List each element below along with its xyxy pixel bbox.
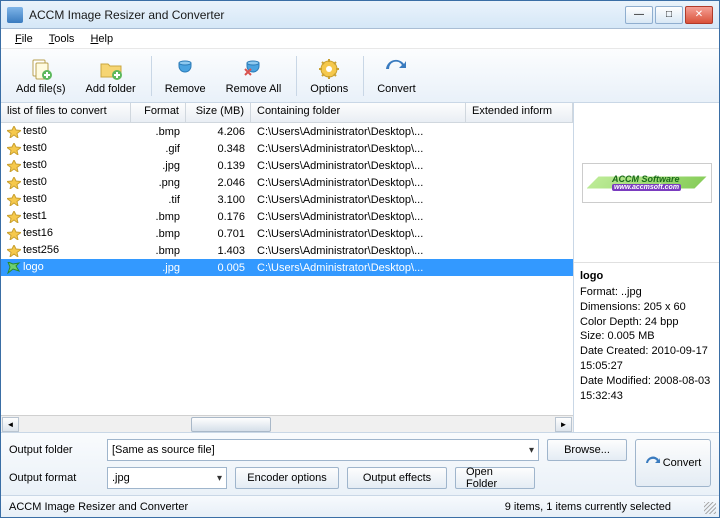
menu-tools[interactable]: Tools (41, 31, 83, 47)
convert-icon (645, 455, 661, 471)
scroll-thumb[interactable] (191, 417, 271, 432)
table-body: test0.bmp4.206C:\Users\Administrator\Des… (1, 123, 573, 415)
col-folder[interactable]: Containing folder (251, 103, 466, 122)
maximize-button[interactable]: □ (655, 6, 683, 24)
table-row[interactable]: test16.bmp0.701C:\Users\Administrator\De… (1, 225, 573, 242)
menubar: FileToolsHelp (1, 29, 719, 49)
preview-image: ACCM Software www.accmsoft.com (582, 163, 712, 203)
statusbar: ACCM Image Resizer and Converter 9 items… (1, 495, 719, 517)
info-line: Date Modified: 2008-08-03 15:32:43 (580, 374, 713, 404)
preview-pane: ACCM Software www.accmsoft.com logo Form… (573, 103, 719, 432)
output-folder-combo[interactable]: [Same as source file] (107, 439, 539, 461)
output-format-combo[interactable]: .jpg (107, 467, 227, 489)
horizontal-scrollbar[interactable]: ◄ ► (1, 415, 573, 432)
open-folder-button[interactable]: Open Folder (455, 467, 535, 489)
output-folder-label: Output folder (9, 444, 99, 456)
file-icon (7, 126, 21, 138)
toolbar-separator (296, 56, 297, 96)
info-line: Format: ..jpg (580, 285, 713, 300)
table-row[interactable]: test0.png2.046C:\Users\Administrator\Des… (1, 174, 573, 191)
menu-file[interactable]: File (7, 31, 41, 47)
options-button[interactable]: Options (301, 54, 357, 98)
convert-button[interactable]: Convert (368, 54, 425, 98)
add-files-icon (29, 57, 53, 81)
output-effects-button[interactable]: Output effects (347, 467, 447, 489)
file-icon (7, 177, 21, 189)
file-icon (7, 194, 21, 206)
add-folder-icon (99, 57, 123, 81)
info-panel: logo Format: ..jpgDimensions: 205 x 60Co… (574, 263, 719, 432)
info-line: Date Created: 2010-09-17 15:05:27 (580, 344, 713, 374)
table-row[interactable]: test0.tif3.100C:\Users\Administrator\Des… (1, 191, 573, 208)
table-row[interactable]: test256.bmp1.403C:\Users\Administrator\D… (1, 242, 573, 259)
titlebar: ACCM Image Resizer and Converter — □ ✕ (1, 1, 719, 29)
file-table: list of files to convert Format Size (MB… (1, 103, 573, 432)
file-icon (7, 262, 21, 274)
remove-icon (173, 57, 197, 81)
toolbar-separator (363, 56, 364, 96)
file-icon (7, 160, 21, 172)
output-format-label: Output format (9, 472, 99, 484)
scroll-left-icon[interactable]: ◄ (2, 417, 19, 432)
info-file-name: logo (580, 269, 713, 284)
file-icon (7, 143, 21, 155)
close-button[interactable]: ✕ (685, 6, 713, 24)
convert-icon (384, 57, 408, 81)
browse-button[interactable]: Browse... (547, 439, 627, 461)
resize-grip[interactable] (704, 502, 716, 514)
table-row[interactable]: logo.jpg0.005C:\Users\Administrator\Desk… (1, 259, 573, 276)
remove-all-button[interactable]: Remove All (217, 54, 291, 98)
status-left: ACCM Image Resizer and Converter (9, 501, 505, 513)
info-line: Color Depth: 24 bpp (580, 315, 713, 330)
table-header: list of files to convert Format Size (MB… (1, 103, 573, 123)
window-title: ACCM Image Resizer and Converter (29, 8, 625, 22)
col-file[interactable]: list of files to convert (1, 103, 131, 122)
table-row[interactable]: test1.bmp0.176C:\Users\Administrator\Des… (1, 208, 573, 225)
col-size[interactable]: Size (MB) (186, 103, 251, 122)
col-format[interactable]: Format (131, 103, 186, 122)
file-icon (7, 211, 21, 223)
table-row[interactable]: test0.gif0.348C:\Users\Administrator\Des… (1, 140, 573, 157)
preview-image-area: ACCM Software www.accmsoft.com (574, 103, 719, 263)
info-line: Dimensions: 205 x 60 (580, 300, 713, 315)
minimize-button[interactable]: — (625, 6, 653, 24)
add-files-button[interactable]: Add file(s) (7, 54, 75, 98)
file-icon (7, 245, 21, 257)
toolbar-separator (151, 56, 152, 96)
app-window: ACCM Image Resizer and Converter — □ ✕ F… (0, 0, 720, 518)
toolbar: Add file(s)Add folderRemoveRemove AllOpt… (1, 49, 719, 103)
scroll-right-icon[interactable]: ► (555, 417, 572, 432)
table-row[interactable]: test0.jpg0.139C:\Users\Administrator\Des… (1, 157, 573, 174)
convert-button[interactable]: Convert (635, 439, 711, 487)
table-row[interactable]: test0.bmp4.206C:\Users\Administrator\Des… (1, 123, 573, 140)
bottom-panel: Output folder [Same as source file] Brow… (1, 433, 719, 495)
encoder-options-button[interactable]: Encoder options (235, 467, 339, 489)
remove-all-icon (241, 57, 265, 81)
options-icon (317, 57, 341, 81)
add-folder-button[interactable]: Add folder (77, 54, 145, 98)
file-icon (7, 228, 21, 240)
remove-button[interactable]: Remove (156, 54, 215, 98)
status-right: 9 items, 1 items currently selected (505, 501, 711, 513)
app-icon (7, 7, 23, 23)
info-line: Size: 0.005 MB (580, 329, 713, 344)
menu-help[interactable]: Help (82, 31, 121, 47)
col-extended[interactable]: Extended inform (466, 103, 573, 122)
